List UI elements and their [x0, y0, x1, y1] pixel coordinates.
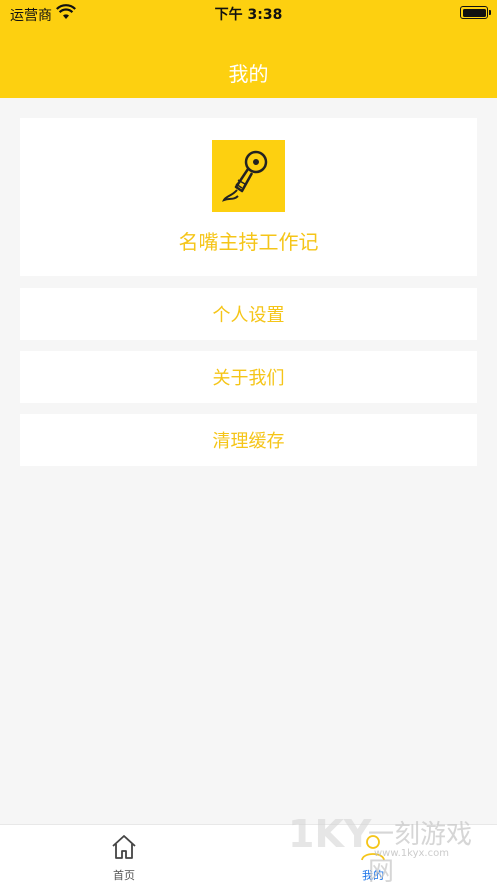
- menu-item-label: 清理缓存: [212, 431, 285, 452]
- profile-card: 名嘴主持工作记: [20, 118, 477, 276]
- top-bar: 运营商 下午 3:38 我的: [0, 0, 497, 98]
- tab-home[interactable]: 首页: [0, 825, 248, 883]
- status-bar: 运营商 下午 3:38: [0, 0, 497, 26]
- app-name: 名嘴主持工作记: [178, 230, 319, 254]
- person-icon: [361, 835, 385, 861]
- tab-bar: 首页 我的: [0, 824, 497, 883]
- battery-icon: [460, 6, 491, 19]
- home-icon: [112, 835, 136, 859]
- personal-settings-button[interactable]: 个人设置: [20, 288, 477, 340]
- tab-home-label: 首页: [113, 869, 135, 882]
- menu-item-label: 个人设置: [212, 305, 285, 326]
- clear-cache-button[interactable]: 清理缓存: [20, 414, 477, 466]
- clock-label: 下午 3:38: [214, 7, 283, 23]
- menu-item-label: 关于我们: [212, 368, 285, 389]
- tab-mine-label: 我的: [362, 869, 384, 882]
- about-us-button[interactable]: 关于我们: [20, 351, 477, 403]
- microphone-icon: [222, 150, 268, 202]
- app-logo: [212, 140, 285, 212]
- page-title: 我的: [228, 62, 269, 86]
- tab-mine[interactable]: 我的: [249, 825, 497, 883]
